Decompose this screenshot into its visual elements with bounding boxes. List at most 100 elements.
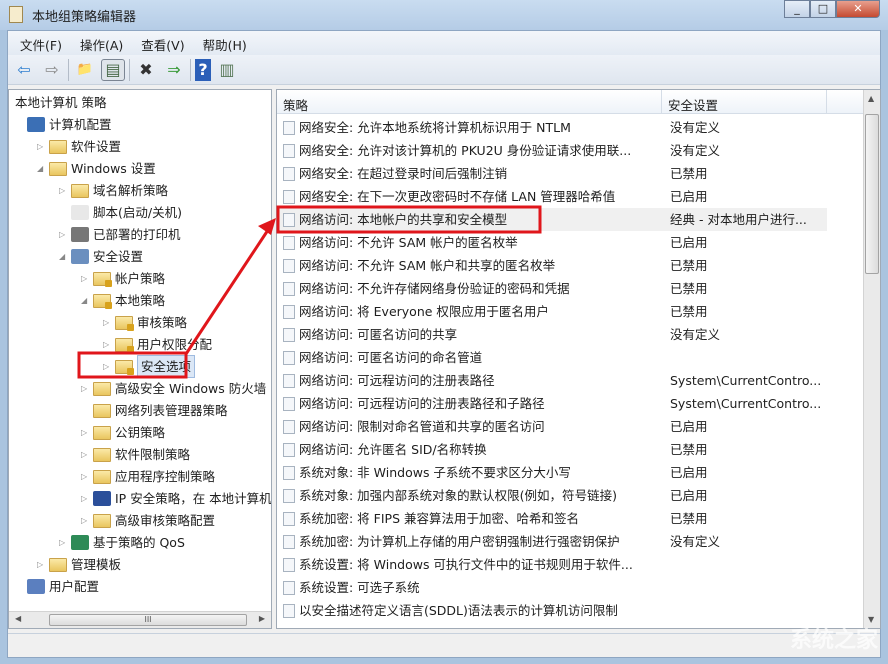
policy-name: 系统设置: 将 Windows 可执行文件中的证书规则用于软件... [299,553,633,576]
tree-item[interactable]: 计算机配置 [15,114,112,135]
expand-arrow-icon[interactable]: ▷ [81,488,93,509]
scroll-thumb[interactable]: III [49,614,247,626]
expand-arrow-icon[interactable]: ▷ [37,136,49,157]
policy-row[interactable]: 网络访问: 不允许存储网络身份验证的密码和凭据已禁用 [277,277,827,300]
expand-arrow-icon[interactable]: ◢ [59,246,71,267]
folder-icon [93,382,111,396]
minimize-button[interactable]: _ [784,0,810,18]
tree-item[interactable]: ▷用户权限分配 [103,334,212,355]
up-folder-icon[interactable]: 📁 [73,59,97,81]
tree-item[interactable]: ▷审核策略 [103,312,187,333]
expand-arrow-icon[interactable]: ▷ [81,422,93,443]
tree-item-label: 管理模板 [71,554,121,575]
policy-row[interactable]: 网络访问: 允许匿名 SID/名称转换已禁用 [277,438,827,461]
tree-item[interactable]: ◢本地策略 [81,290,165,311]
tree-item[interactable]: ◢Windows 设置 [37,158,156,179]
policy-row[interactable]: 系统设置: 可选子系统 [277,576,827,599]
app-icon [9,6,23,23]
column-header-setting[interactable]: 安全设置 [662,90,827,113]
policy-row[interactable]: 网络安全: 在超过登录时间后强制注销已禁用 [277,162,827,185]
show-hide-tree-icon[interactable]: ▤ [101,59,125,81]
tree-item[interactable]: ▷软件限制策略 [81,444,190,465]
maximize-button[interactable]: □ [810,0,836,18]
policy-row[interactable]: 系统设置: 将 Windows 可执行文件中的证书规则用于软件... [277,553,827,576]
tree-item[interactable]: 本地计算机 策略 [15,92,106,113]
expand-arrow-icon[interactable]: ▷ [59,180,71,201]
expand-arrow-icon[interactable]: ▷ [81,466,93,487]
tree-horizontal-scrollbar[interactable]: ◀ III ▶ [9,611,271,628]
policy-row[interactable]: 网络访问: 将 Everyone 权限应用于匿名用户已禁用 [277,300,827,323]
scroll-thumb[interactable] [865,114,879,274]
policy-row[interactable]: 以安全描述符定义语言(SDDL)语法表示的计算机访问限制 [277,599,827,622]
policy-row[interactable]: 网络访问: 可远程访问的注册表路径和子路径System\CurrentContr… [277,392,827,415]
column-header-policy[interactable]: 策略 [277,90,662,113]
scroll-left-icon[interactable]: ◀ [15,614,21,623]
policy-icon [283,282,295,296]
tree-item[interactable]: ▷已部署的打印机 [59,224,181,245]
expand-arrow-icon[interactable]: ▷ [81,510,93,531]
expand-arrow-icon[interactable]: ▷ [103,312,115,333]
setting-cell [662,553,670,576]
policy-cell: 网络访问: 不允许存储网络身份验证的密码和凭据 [277,277,662,300]
policy-row[interactable]: 系统对象: 加强内部系统对象的默认权限(例如，符号链接)已启用 [277,484,827,507]
tree-item[interactable]: ▷高级安全 Windows 防火墙 [81,378,266,399]
tree-item[interactable]: ▷IP 安全策略，在 本地计算机 [81,488,272,509]
export-list-icon[interactable]: ⇒ [162,59,186,81]
list-vertical-scrollbar[interactable]: ▲ ▼ [863,90,880,628]
forward-icon[interactable]: ⇨ [40,59,64,81]
tree-item[interactable]: ▷ 管理模板 [37,554,121,575]
scroll-right-icon[interactable]: ▶ [259,614,265,623]
policy-row[interactable]: 网络访问: 可匿名访问的命名管道 [277,346,827,369]
expand-arrow-icon[interactable]: ◢ [81,290,93,311]
expand-arrow-icon[interactable]: ▷ [103,356,115,377]
show-action-pane-icon[interactable]: ▥ [215,59,239,81]
tree-item-label: 安全选项 [137,355,195,378]
expand-arrow-icon[interactable]: ▷ [81,378,93,399]
back-icon[interactable]: ⇦ [12,59,36,81]
policy-name: 网络安全: 允许本地系统将计算机标识用于 NTLM [299,116,571,139]
expand-arrow-icon[interactable]: ◢ [37,158,49,179]
policy-row[interactable]: 网络访问: 不允许 SAM 帐户和共享的匿名枚举已禁用 [277,254,827,277]
close-button[interactable]: ✕ [836,0,880,18]
help-icon[interactable]: ? [195,59,211,81]
tree-item[interactable]: ▷软件设置 [37,136,121,157]
expand-arrow-icon[interactable]: ▷ [81,444,93,465]
tree-item[interactable]: 用户配置 [15,576,99,597]
policy-row[interactable]: 网络访问: 不允许 SAM 帐户的匿名枚举已启用 [277,231,827,254]
policy-row[interactable]: 网络安全: 允许本地系统将计算机标识用于 NTLM没有定义 [277,116,827,139]
policy-row[interactable]: 网络访问: 限制对命名管道和共享的匿名访问已启用 [277,415,827,438]
tree-item[interactable]: ▷基于策略的 QoS [59,532,185,553]
menu-view[interactable]: 查看(V) [137,31,192,55]
expand-arrow-icon[interactable]: ▷ [59,532,71,553]
scroll-up-icon[interactable]: ▲ [868,94,874,103]
policy-row[interactable]: 网络访问: 本地帐户的共享和安全模型经典 - 对本地用户进行... [277,208,827,231]
folder-icon [93,470,111,484]
policy-name: 网络访问: 可远程访问的注册表路径和子路径 [299,392,545,415]
tree-item[interactable]: ▷帐户策略 [81,268,165,289]
policy-row[interactable]: 网络访问: 可远程访问的注册表路径System\CurrentContro... [277,369,827,392]
tree-item[interactable]: ▷公钥策略 [81,422,165,443]
policy-row[interactable]: 系统加密: 将 FIPS 兼容算法用于加密、哈希和签名已禁用 [277,507,827,530]
policy-row[interactable]: 系统对象: 非 Windows 子系统不要求区分大小写已启用 [277,461,827,484]
policy-icon [283,535,295,549]
tree-item[interactable]: 脚本(启动/关机) [59,202,182,223]
tree-item[interactable]: ▷应用程序控制策略 [81,466,215,487]
tree-item[interactable]: ▷ 安全选项 [103,356,195,377]
expand-arrow-icon[interactable]: ▷ [103,334,115,355]
policy-row[interactable]: 网络访问: 可匿名访问的共享没有定义 [277,323,827,346]
tree-item[interactable]: ◢安全设置 [59,246,143,267]
expand-arrow-icon[interactable]: ▷ [81,268,93,289]
expand-arrow-icon[interactable]: ▷ [37,554,49,575]
delete-icon[interactable]: ✖ [134,59,158,81]
expand-arrow-icon[interactable]: ▷ [59,224,71,245]
policy-row[interactable]: 网络安全: 允许对该计算机的 PKU2U 身份验证请求使用联...没有定义 [277,139,827,162]
tree-item[interactable]: 网络列表管理器策略 [81,400,228,421]
menu-action[interactable]: 操作(A) [76,31,131,55]
policy-row[interactable]: 网络安全: 在下一次更改密码时不存储 LAN 管理器哈希值已启用 [277,185,827,208]
tree-item[interactable]: ▷高级审核策略配置 [81,510,215,531]
policy-row[interactable]: 系统加密: 为计算机上存储的用户密钥强制进行强密钥保护没有定义 [277,530,827,553]
qos-icon [71,535,89,550]
menu-help[interactable]: 帮助(H) [199,31,255,55]
tree-item[interactable]: ▷域名解析策略 [59,180,168,201]
menu-file[interactable]: 文件(F) [16,31,70,55]
